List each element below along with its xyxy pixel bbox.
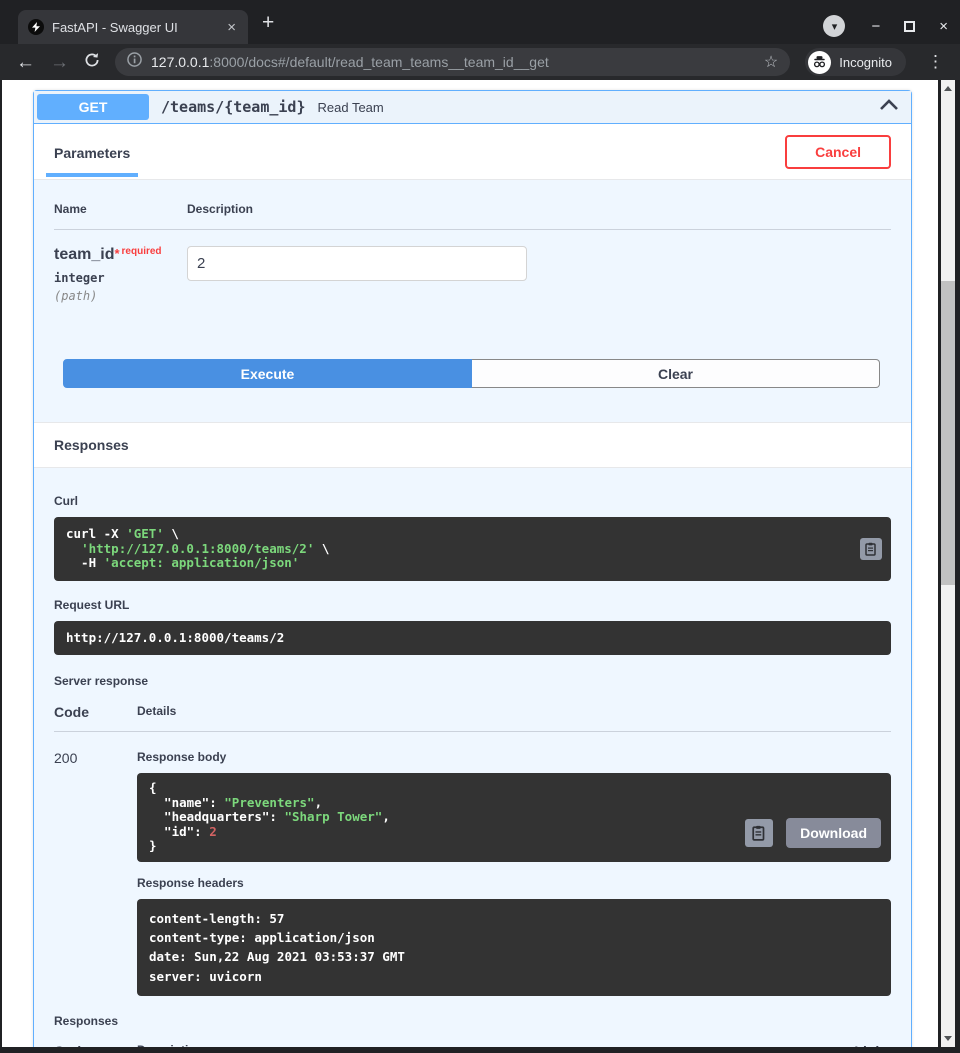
response-headers-text: content-length: 57 content-type: applica… — [149, 909, 879, 987]
server-response-label: Server response — [54, 674, 891, 688]
column-name: Name — [54, 202, 187, 216]
maximize-button[interactable] — [904, 21, 915, 32]
column-details: Details — [137, 704, 891, 720]
cancel-button[interactable]: Cancel — [785, 135, 891, 169]
browser-tab[interactable]: FastAPI - Swagger UI × — [18, 10, 248, 44]
collapse-chevron-icon[interactable] — [879, 98, 899, 117]
response-body-block: { "name": "Preventers", "headquarters": … — [137, 773, 891, 862]
close-window-button[interactable]: × — [939, 19, 948, 34]
endpoint-path: /teams/{team_id} — [161, 98, 306, 116]
parameter-name: team_id*required — [54, 246, 187, 264]
forward-icon[interactable]: → — [50, 53, 69, 72]
execute-wrapper: Execute Clear — [63, 359, 880, 422]
documented-table-header: Code Description Links — [54, 1043, 891, 1047]
browser-menu-icon[interactable]: ⋮ — [921, 52, 950, 72]
browser-caret-icon[interactable]: ▾ — [823, 15, 845, 37]
endpoint-summary: Read Team — [318, 100, 384, 115]
clear-button[interactable]: Clear — [472, 359, 880, 388]
copy-curl-button[interactable] — [860, 538, 882, 560]
opblock-summary[interactable]: GET /teams/{team_id} Read Team — [34, 91, 911, 124]
incognito-icon — [808, 51, 831, 74]
column-links: Links — [811, 1043, 891, 1047]
site-info-icon[interactable] — [127, 52, 142, 72]
team-id-input[interactable] — [187, 246, 527, 281]
browser-titlebar: FastAPI - Swagger UI × + ▾ − × — [0, 0, 960, 44]
response-body-actions: Download — [745, 818, 881, 848]
url-path: :8000/docs#/default/read_team_teams__tea… — [209, 54, 548, 70]
curl-command: curl -X 'GET' \ 'http://127.0.0.1:8000/t… — [54, 517, 891, 581]
column-code: Code — [54, 1043, 137, 1047]
url-text[interactable]: 127.0.0.1:8000/docs#/default/read_team_t… — [151, 54, 755, 70]
page-scrollbar[interactable] — [941, 80, 955, 1047]
server-response-row: 200 Response body { "name": "Preventers"… — [54, 732, 891, 996]
response-details: Response body { "name": "Preventers", "h… — [137, 750, 891, 996]
parameter-row-team-id: team_id*required integer (path) — [54, 230, 891, 303]
request-url-block: http://127.0.0.1:8000/teams/2 — [54, 621, 891, 656]
opblock-get-teams: GET /teams/{team_id} Read Team Parameter… — [33, 90, 912, 1047]
scroll-down-icon[interactable] — [944, 1036, 952, 1041]
tab-title: FastAPI - Swagger UI — [52, 20, 217, 35]
minimize-button[interactable]: − — [871, 19, 880, 34]
scrollbar-thumb[interactable] — [941, 281, 955, 585]
parameters-header: Parameters Cancel — [34, 124, 911, 180]
responses-title: Responses — [54, 437, 891, 453]
parameter-meta: team_id*required integer (path) — [54, 246, 187, 303]
status-code: 200 — [54, 750, 137, 996]
download-button[interactable]: Download — [786, 818, 881, 848]
column-description: Description — [137, 1043, 811, 1047]
parameter-type: integer — [54, 271, 187, 285]
browser-toolbar: ← → 127.0.0.1:8000/docs#/default/read_te… — [0, 44, 960, 80]
parameter-value-cell — [187, 246, 527, 303]
responses-section-header: Responses — [34, 422, 911, 468]
required-star: * — [114, 246, 119, 261]
reload-icon[interactable] — [84, 52, 100, 72]
request-url-text: http://127.0.0.1:8000/teams/2 — [66, 631, 879, 646]
parameters-table: Name Description team_id*required intege… — [34, 180, 911, 303]
incognito-badge: Incognito — [805, 48, 906, 76]
responses-body: Curl curl -X 'GET' \ 'http://127.0.0.1:8… — [34, 468, 911, 1047]
response-headers-label: Response headers — [137, 876, 891, 890]
column-code: Code — [54, 704, 137, 720]
curl-text: curl -X 'GET' \ 'http://127.0.0.1:8000/t… — [66, 527, 857, 571]
documented-responses-label: Responses — [54, 1014, 891, 1028]
fastapi-favicon-icon — [28, 19, 44, 35]
new-tab-button[interactable]: + — [262, 13, 274, 33]
execute-button[interactable]: Execute — [63, 359, 472, 388]
http-method-badge: GET — [37, 94, 149, 120]
url-host: 127.0.0.1 — [151, 54, 209, 70]
required-label: required — [122, 246, 162, 257]
window-controls: ▾ − × — [823, 15, 948, 37]
parameter-location: (path) — [54, 289, 187, 303]
incognito-label: Incognito — [839, 55, 892, 70]
column-description: Description — [187, 202, 891, 216]
response-body-label: Response body — [137, 750, 891, 764]
swagger-page: GET /teams/{team_id} Read Team Parameter… — [2, 80, 938, 1047]
parameters-table-header: Name Description — [54, 202, 891, 230]
copy-response-button[interactable] — [745, 819, 773, 847]
url-bar[interactable]: 127.0.0.1:8000/docs#/default/read_team_t… — [115, 48, 790, 76]
response-headers-block: content-length: 57 content-type: applica… — [137, 899, 891, 997]
request-url-label: Request URL — [54, 598, 891, 612]
curl-label: Curl — [54, 494, 891, 508]
tab-close-icon[interactable]: × — [225, 19, 238, 36]
back-icon[interactable]: ← — [16, 53, 35, 72]
bookmark-star-icon[interactable]: ☆ — [764, 52, 778, 72]
server-response-table-header: Code Details — [54, 704, 891, 732]
tab-parameters[interactable]: Parameters — [46, 126, 138, 177]
scroll-up-icon[interactable] — [944, 86, 952, 91]
